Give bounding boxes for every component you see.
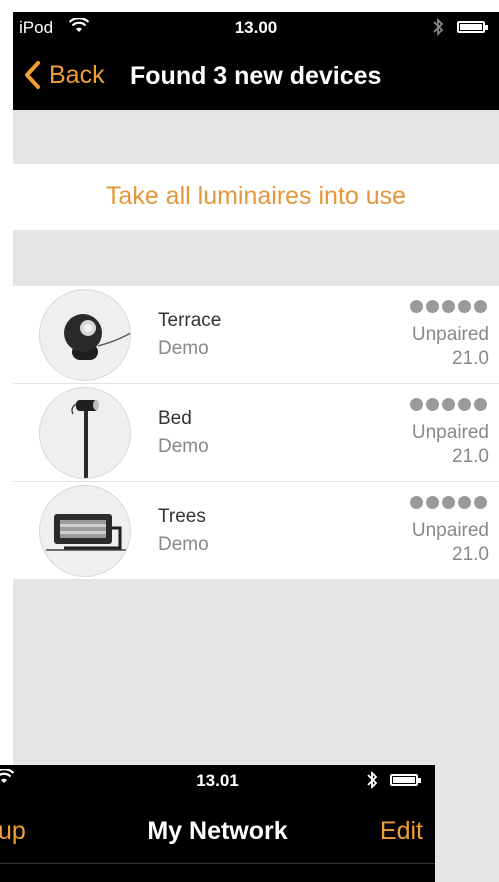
device-row-trees[interactable]: Trees Demo Unpaired 21.0 <box>13 482 499 580</box>
device-value: 21.0 <box>452 544 489 565</box>
signal-dots-icon <box>410 300 487 313</box>
back-button[interactable]: Back <box>23 60 105 90</box>
take-all-into-use-button[interactable]: Take all luminaires into use <box>13 164 499 230</box>
top-bar: iPod 13.00 Back Found 3 new devices <box>13 12 499 110</box>
device-discovery-screen: iPod 13.00 Back Found 3 new devices Take… <box>13 12 499 882</box>
device-name: Trees <box>158 506 206 527</box>
status-bar: iPod 13.00 <box>13 12 499 42</box>
device-status: Unpaired <box>411 422 489 443</box>
edit-button[interactable]: Edit <box>380 817 423 846</box>
spot-lamp-icon <box>39 289 131 381</box>
page-title: Found 3 new devices <box>130 62 382 90</box>
device-value: 21.0 <box>452 446 489 467</box>
device-name: Bed <box>158 408 192 429</box>
device-group: Demo <box>158 338 209 359</box>
my-network-title: My Network <box>147 817 288 845</box>
navigation-bar: Back Found 3 new devices <box>13 52 499 102</box>
device-row-terrace[interactable]: Terrace Demo Unpaired 21.0 <box>13 286 499 384</box>
device-status: Unpaired <box>411 324 489 345</box>
signal-dots-icon <box>410 398 487 411</box>
bluetooth-icon <box>365 770 379 795</box>
take-all-into-use-label: Take all luminaires into use <box>105 182 407 210</box>
battery-icon <box>390 774 421 786</box>
device-name: Terrace <box>158 310 222 331</box>
chevron-left-icon <box>25 61 40 89</box>
device-group: Demo <box>158 436 209 457</box>
signal-dots-icon <box>410 496 487 509</box>
device-group: Demo <box>158 534 209 555</box>
device-value: 21.0 <box>452 348 489 369</box>
floodlight-icon <box>39 485 131 577</box>
status-time: 13.00 <box>234 18 278 37</box>
bluetooth-icon <box>431 17 445 42</box>
device-row-bed[interactable]: Bed Demo Unpaired 21.0 <box>13 384 499 482</box>
device-status: Unpaired <box>411 520 489 541</box>
battery-icon <box>457 21 488 33</box>
device-list: Terrace Demo Unpaired 21.0 Bed Demo Unpa… <box>13 286 499 580</box>
garden-spike-light-icon <box>39 387 131 479</box>
back-button-label: Back <box>49 60 105 89</box>
my-network-screen: 13.01 up My Network Edit <box>0 765 435 882</box>
divider <box>0 863 435 864</box>
